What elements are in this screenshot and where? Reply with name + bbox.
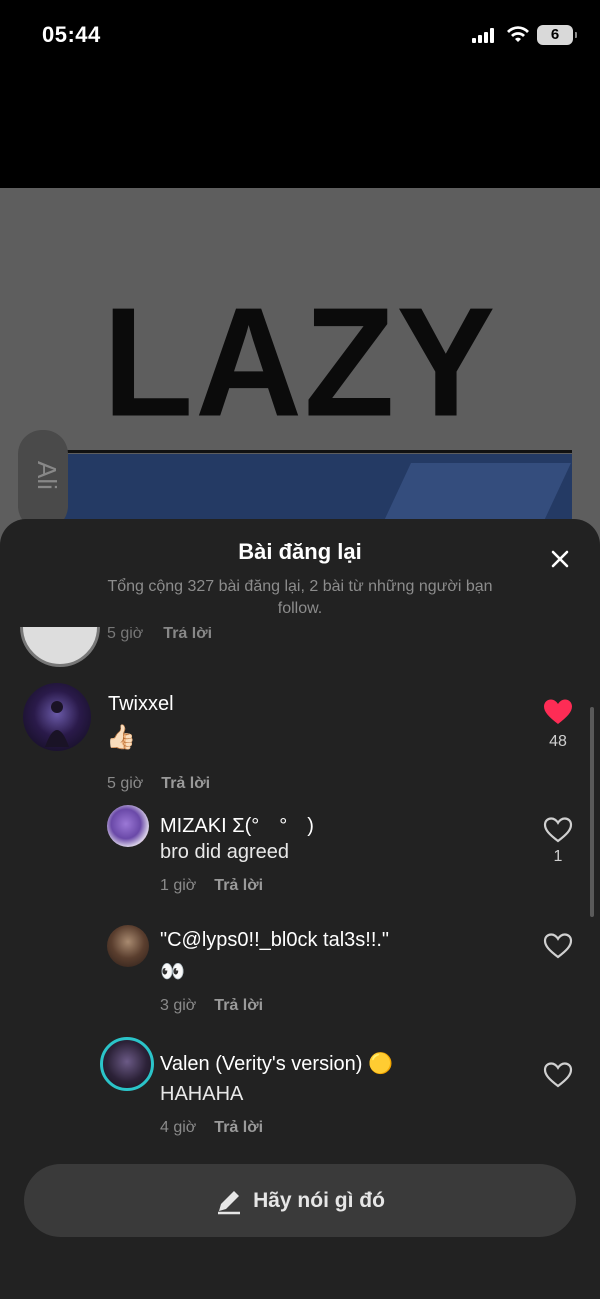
close-icon[interactable] — [546, 545, 574, 573]
video-side-text: Ali — [31, 461, 62, 490]
like-count: 1 — [553, 848, 563, 865]
scrollbar[interactable] — [590, 707, 594, 917]
heart-icon[interactable] — [543, 816, 573, 844]
reply-button[interactable]: Trả lời — [161, 775, 210, 792]
video-divider — [26, 450, 572, 453]
signal-icon — [472, 27, 498, 43]
status-bar: 05:44 6 — [0, 0, 600, 72]
comment-meta: 5 giờ Trả lời — [107, 775, 210, 793]
comment-time: 1 giờ — [160, 877, 197, 894]
comment-input-placeholder: Hãy nói gì đó — [253, 1188, 385, 1212]
battery-icon: 6 — [537, 25, 577, 45]
wifi-icon — [507, 26, 529, 42]
reply-button[interactable]: Trả lời — [163, 627, 212, 642]
reply-button[interactable]: Trả lời — [214, 877, 263, 894]
list-item: 5 giờ Trả lời — [0, 627, 600, 667]
avatar[interactable] — [23, 683, 91, 751]
comment-time: 5 giờ — [107, 775, 144, 792]
sheet-title: Bài đăng lại — [238, 539, 362, 564]
reply-button[interactable]: Trả lời — [214, 997, 263, 1014]
like-count: 48 — [549, 733, 567, 750]
comment-list[interactable]: 5 giờ Trả lời Twixxel 👍🏻 5 giờ Trả lời 48 … — [0, 627, 600, 1147]
comment-text: bro did agreed — [160, 841, 289, 863]
avatar[interactable] — [20, 627, 100, 667]
background-video: LAZY Ali — [0, 188, 600, 548]
heart-icon[interactable] — [543, 932, 573, 960]
heart-icon[interactable] — [543, 1061, 573, 1089]
comment-time: 5 giờ — [107, 627, 144, 642]
comment-author[interactable]: Twixxel — [108, 693, 174, 716]
comment-meta: 3 giờ Trả lời — [160, 997, 263, 1015]
avatar-figure — [45, 701, 69, 747]
video-title-text: LAZY — [102, 275, 498, 450]
avatar[interactable] — [107, 805, 149, 847]
sheet-subtitle: Tổng cộng 327 bài đăng lại, 2 bài từ nhữ… — [107, 578, 493, 617]
reply-button[interactable]: Trả lời — [214, 1119, 263, 1136]
comment-meta: 4 giờ Trả lời — [160, 1119, 263, 1137]
comment-meta: 1 giờ Trả lời — [160, 877, 263, 895]
comment-input[interactable]: Hãy nói gì đó — [24, 1164, 576, 1237]
comment-author[interactable]: Valen (Verity's version) 🟡 — [160, 1051, 393, 1076]
comment-author[interactable]: MIZAKI Σ(° ° ) — [160, 809, 314, 838]
comment-text: HAHAHA — [160, 1083, 244, 1105]
comment-time: 3 giờ — [160, 997, 197, 1014]
repost-sheet: Bài đăng lại Tổng cộng 327 bài đăng lại,… — [0, 519, 600, 1299]
comment-meta: 5 giờ Trả lời — [107, 627, 212, 643]
avatar[interactable] — [107, 925, 149, 967]
status-time: 05:44 — [42, 22, 101, 47]
comment-author[interactable]: "C@lyps0!!_bl0ck tal3s!!." — [160, 929, 389, 952]
comment-text: 👍🏻 — [106, 724, 136, 751]
heart-icon[interactable] — [543, 698, 573, 726]
avatar[interactable] — [100, 1037, 154, 1091]
comment-text: 👀 — [160, 961, 185, 983]
comment-time: 4 giờ — [160, 1119, 197, 1136]
pencil-icon — [218, 1190, 241, 1214]
video-side-pill: Ali — [18, 430, 68, 530]
